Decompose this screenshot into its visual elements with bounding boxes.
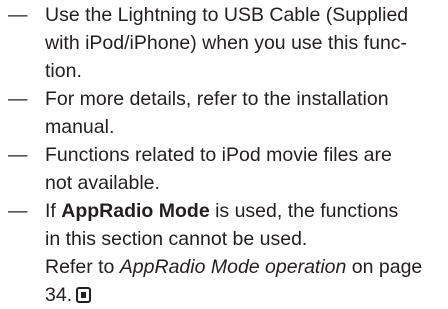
note-text-line: Functions related to iPod movie files ar…	[45, 144, 392, 166]
section-reference-link: AppRadio Mode operation	[119, 256, 347, 278]
note-text-line: Use the Lightning to USB Cable (Supplied	[45, 4, 409, 26]
page-number: 34.	[45, 284, 73, 306]
note-installation-manual: — For more details, refer to the install…	[8, 85, 448, 141]
note-text: is used, the functions	[209, 200, 399, 222]
notes-list: — Use the Lightning to USB Cable (Suppli…	[8, 1, 448, 309]
note-text: Refer to	[45, 256, 120, 278]
note-text-line: 34.	[45, 281, 448, 309]
mode-name-bold: AppRadio Mode	[61, 200, 210, 222]
note-movie-files: — Functions related to iPod movie files …	[8, 141, 448, 197]
note-text: on page	[346, 256, 423, 278]
note-dash: —	[8, 88, 28, 110]
note-text-line: not available.	[45, 172, 160, 194]
note-text-line: manual.	[45, 116, 115, 138]
note-dash: —	[8, 144, 28, 166]
note-text-line: in this section cannot be used.	[45, 228, 308, 250]
stop-icon	[76, 287, 92, 303]
note-text-line: For more details, refer to the installat…	[45, 88, 389, 110]
note-dash: —	[8, 4, 28, 26]
note-appradio-mode: — If AppRadio Mode is used, the function…	[8, 197, 448, 309]
note-lightning-cable: — Use the Lightning to USB Cable (Suppli…	[8, 1, 448, 85]
note-text-line: If AppRadio Mode is used, the functions	[45, 197, 448, 225]
note-dash: —	[8, 200, 28, 222]
note-text-line: with iPod/iPhone) when you use this func…	[45, 32, 408, 54]
note-text-line: Refer to AppRadio Mode operation on page	[45, 253, 448, 281]
note-text: If	[45, 200, 62, 222]
note-text-line: tion.	[45, 60, 82, 82]
